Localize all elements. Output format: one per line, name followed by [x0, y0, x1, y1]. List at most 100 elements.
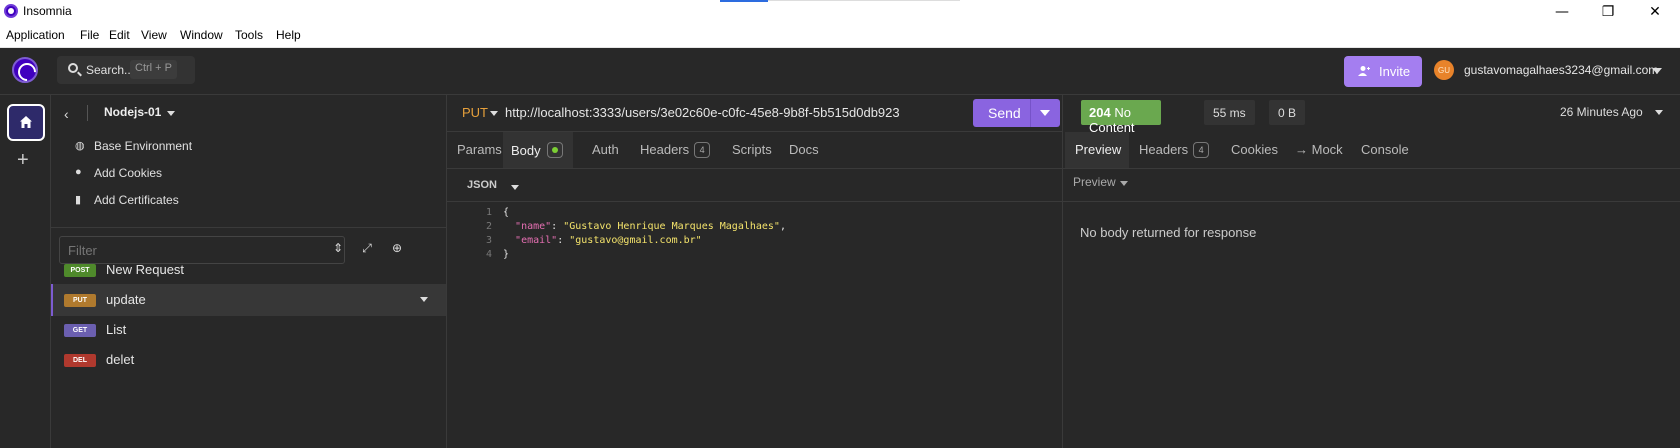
tab-label: Docs	[789, 142, 819, 157]
code-text: "email": "gustavo@gmail.com.br"	[515, 235, 702, 246]
request-item-delet[interactable]: DEL delet	[51, 344, 446, 376]
method-badge: DEL	[64, 354, 96, 367]
sidebar-item-label: Add Cookies	[94, 166, 163, 180]
home-button[interactable]	[7, 104, 45, 141]
sidebar-divider	[51, 227, 446, 228]
request-tabs: Params Body Auth Headers 4 Scripts Docs	[447, 132, 1063, 169]
tab-label: Scripts	[732, 142, 772, 157]
tab-label: Auth	[592, 142, 619, 157]
insomnia-home-logo-icon[interactable]	[12, 57, 38, 83]
tab-scripts[interactable]: Scripts	[732, 132, 772, 168]
request-name: delet	[106, 352, 135, 367]
project-name[interactable]: Nodejs-01	[104, 105, 161, 119]
json-key: "email"	[515, 235, 558, 246]
search-button[interactable]: Search.. Ctrl + P	[57, 56, 195, 84]
avatar[interactable]: GU	[1434, 60, 1454, 80]
line-number: 4	[485, 249, 492, 260]
project-chevron-down-icon[interactable]	[167, 111, 175, 116]
history-chevron-down-icon[interactable]	[1655, 110, 1663, 115]
app-header: Search.. Ctrl + P Invite GU gustavomagal…	[0, 48, 1680, 95]
tab-params[interactable]: Params	[457, 132, 502, 168]
method-chevron-down-icon[interactable]	[490, 111, 498, 116]
add-user-icon	[1358, 66, 1370, 76]
body-active-indicator-icon	[546, 142, 563, 158]
json-value: "gustavo@gmail.com.br"	[569, 235, 702, 246]
send-button[interactable]: Send	[973, 99, 1060, 127]
close-button[interactable]: ✕	[1633, 0, 1677, 24]
sidebar-item-add-cookies[interactable]: ● Add Cookies	[51, 159, 446, 186]
request-name: New Request	[106, 262, 185, 277]
minimize-button[interactable]: —	[1540, 0, 1584, 24]
user-email[interactable]: gustavomagalhaes3234@gmail.com	[1464, 63, 1658, 77]
response-tabs: Preview Headers 4 Cookies → Mock Console	[1063, 132, 1680, 169]
sidebar-item-base-environment[interactable]: ◍ Base Environment	[51, 132, 446, 159]
method-badge: PUT	[64, 294, 96, 307]
left-rail: +	[0, 95, 51, 448]
tab-docs[interactable]: Docs	[789, 132, 819, 168]
menu-application[interactable]: Application	[6, 28, 65, 42]
tab-auth[interactable]: Auth	[592, 132, 619, 168]
body-type-select[interactable]: JSON	[447, 169, 1063, 202]
preview-mode-chevron-down-icon[interactable]	[1120, 181, 1128, 186]
response-history[interactable]: 26 Minutes Ago	[1560, 105, 1643, 119]
account-menu-chevron-down-icon[interactable]	[1652, 68, 1662, 74]
cookie-icon: ●	[75, 166, 82, 178]
tab-cookies[interactable]: Cookies	[1231, 132, 1278, 168]
globe-icon: ◍	[75, 140, 85, 152]
request-chevron-down-icon[interactable]	[420, 297, 428, 302]
tab-response-headers[interactable]: Headers 4	[1139, 132, 1210, 168]
tab-label: Headers	[640, 142, 690, 157]
sidebar-separator	[87, 105, 88, 121]
body-type-chevron-down-icon	[511, 185, 519, 190]
titlebar-accent	[720, 0, 768, 2]
tab-headers[interactable]: Headers 4	[640, 132, 711, 168]
send-label: Send	[988, 105, 1021, 121]
url-bar: PUT http://localhost:3333/users/3e02c60e…	[447, 95, 1063, 132]
sidebar: ‹ Nodejs-01 ◍ Base Environment ● Add Coo…	[51, 95, 447, 448]
line-number: 2	[485, 221, 492, 232]
search-shortcut: Ctrl + P	[130, 60, 177, 79]
menu-edit[interactable]: Edit	[109, 28, 130, 42]
line-number: 3	[485, 235, 492, 246]
tab-body[interactable]: Body	[503, 132, 573, 168]
back-chevron-icon[interactable]: ‹	[64, 106, 69, 122]
body-type-label: JSON	[467, 179, 497, 191]
tab-console[interactable]: Console	[1361, 132, 1409, 168]
tab-preview[interactable]: Preview	[1065, 132, 1129, 168]
menu-window[interactable]: Window	[180, 28, 223, 42]
title-bar: Insomnia — ❐ ✕	[0, 0, 1680, 24]
window-title: Insomnia	[23, 4, 72, 18]
tab-label: Preview	[1075, 142, 1122, 157]
json-key: "name"	[515, 221, 552, 232]
menu-bar: Application File Edit View Window Tools …	[0, 24, 1680, 48]
tab-mock[interactable]: → Mock	[1295, 132, 1343, 168]
menu-help[interactable]: Help	[276, 28, 301, 42]
menu-view[interactable]: View	[141, 28, 167, 42]
restore-button[interactable]: ❐	[1586, 0, 1630, 24]
preview-mode-select[interactable]: Preview	[1073, 175, 1116, 189]
tab-label: → Mock	[1295, 142, 1343, 157]
add-project-button[interactable]: +	[17, 149, 29, 172]
request-item-new-request[interactable]: POST New Request	[51, 254, 446, 286]
url-input[interactable]: http://localhost:3333/users/3e02c60e-c0f…	[505, 105, 900, 120]
menu-tools[interactable]: Tools	[235, 28, 263, 42]
titlebar-divider	[768, 0, 960, 1]
sidebar-item-label: Add Certificates	[94, 193, 179, 207]
empty-response-message: No body returned for response	[1080, 225, 1257, 240]
request-name: List	[106, 322, 127, 337]
invite-button[interactable]: Invite	[1344, 56, 1422, 87]
send-divider	[1030, 99, 1031, 127]
status-code: 204	[1089, 105, 1111, 120]
tab-label: Console	[1361, 142, 1409, 157]
code-text: "name": "Gustavo Henrique Marques Magalh…	[515, 221, 786, 232]
response-pane: 204 No Content 55 ms 0 B 26 Minutes Ago …	[1063, 95, 1680, 448]
sidebar-item-add-certificates[interactable]: ▮ Add Certificates	[51, 186, 446, 213]
menu-file[interactable]: File	[80, 28, 99, 42]
request-item-update[interactable]: PUT update	[51, 284, 446, 316]
method-select[interactable]: PUT	[462, 105, 488, 120]
request-item-list[interactable]: GET List	[51, 314, 446, 346]
send-options-chevron-down-icon[interactable]	[1040, 110, 1050, 116]
tab-label: Headers	[1139, 142, 1189, 157]
search-icon	[68, 63, 78, 73]
home-icon	[20, 116, 32, 128]
